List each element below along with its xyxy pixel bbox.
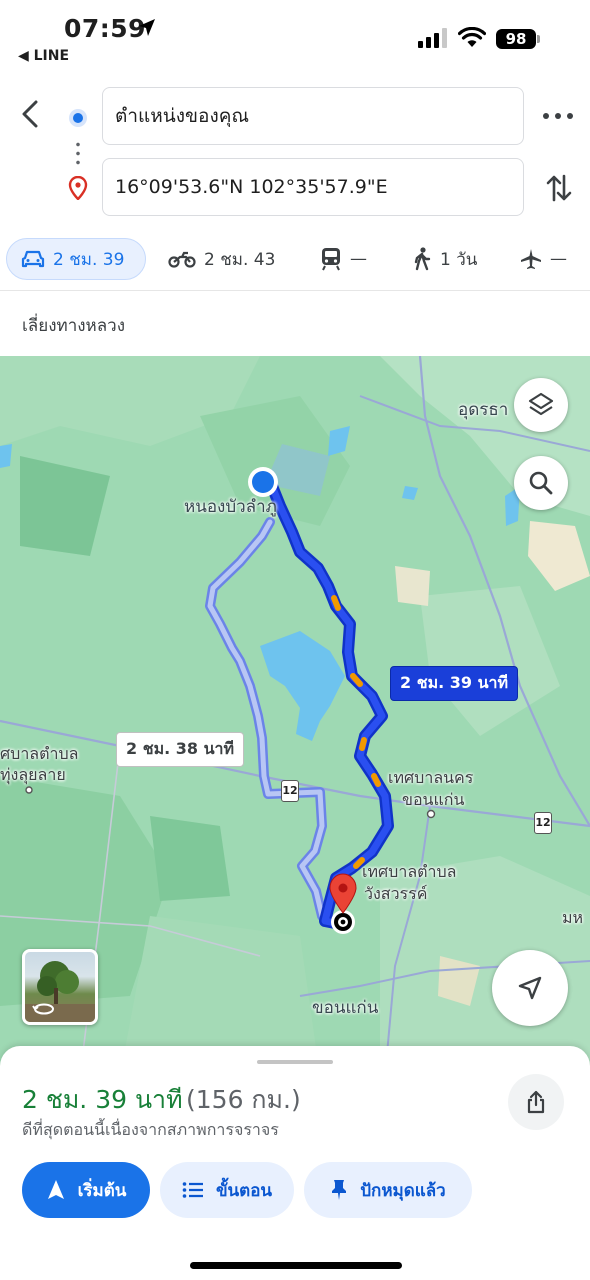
mode-label-transit: — [350,249,367,269]
map-label-khonkaen-city-2: ขอนแก่น [402,790,465,809]
header-divider [0,290,590,291]
search-icon [529,471,553,495]
back-to-app-link[interactable]: ◀ LINE [18,48,69,64]
rotate-360-icon [32,1003,54,1015]
highway-shield: 12 [281,780,299,802]
mode-tab-walk[interactable]: 1 วัน [412,238,477,280]
route-summary-sheet: 2 ชม. 39 นาที (156 กม.) ดีที่สุดตอนนี้เน… [0,1046,590,1280]
primary-route-callout[interactable]: 2 ชม. 39 นาที [390,666,519,701]
map-label-tungluilai-2: ทุ่งลุยลาย [0,765,66,784]
route-connector-dots [76,140,80,168]
walk-icon [414,247,431,271]
cellular-signal-icon [418,28,447,48]
map-label-wangsawan-2: วังสวรรค์ [364,884,428,903]
list-icon [182,1182,203,1198]
home-indicator [190,1262,402,1269]
avoid-highways-option[interactable]: เลี่ยงทางหลวง [22,312,125,339]
origin-input[interactable]: ตำแหน่งของคุณ [102,87,524,145]
sheet-drag-handle[interactable] [257,1060,333,1064]
mode-tab-motorbike[interactable]: 2 ชม. 43 [168,238,275,280]
swap-icon[interactable] [544,172,574,204]
mode-label-car: 2 ชม. 39 [53,249,125,270]
train-icon [322,248,340,271]
more-options-icon[interactable] [540,106,576,126]
share-icon [527,1090,545,1114]
motorbike-icon [168,251,196,268]
origin-dot-icon [69,109,87,127]
pinned-button[interactable]: ปักหมุดแล้ว [304,1162,472,1218]
search-along-route-button[interactable] [514,456,568,510]
pinned-label: ปักหมุดแล้ว [360,1180,446,1201]
battery-indicator: 98 [496,29,536,49]
mode-label-walk: 1 วัน [440,249,478,270]
start-button[interactable]: เริ่มต้น [22,1162,150,1218]
back-arrow-icon[interactable] [14,96,50,132]
map-label-khonkaen-province: ขอนแก่น [312,998,379,1018]
mode-tab-car[interactable]: 2 ชม. 39 [6,238,146,280]
plane-icon [521,249,541,269]
mode-label-motorbike: 2 ชม. 43 [204,249,276,270]
map-view[interactable]: อุดรธา หนองบัวลำภู ศบาลตำบล ทุ่งลุยลาย เ… [0,356,590,1076]
navigation-arrow-icon [518,976,542,1000]
navigation-arrow-icon [47,1180,64,1199]
pushpin-icon [332,1180,347,1200]
highway-shield: 12 [534,812,552,834]
location-arrow-icon [139,19,155,36]
travel-mode-bar: 2 ชม. 39 2 ชม. 43 — 1 วัน — [0,238,590,284]
share-button[interactable] [508,1074,564,1130]
street-view-thumbnail[interactable] [22,949,98,1025]
alternative-route-callout[interactable]: 2 ชม. 38 นาที [116,732,245,767]
map-label-udon: อุดรธา [458,400,509,420]
map-label-nongbua: หนองบัวลำภู [184,497,277,517]
mode-label-flight: — [550,249,567,269]
recenter-button[interactable] [492,950,568,1026]
steps-button[interactable]: ขั้นตอน [160,1162,294,1218]
route-distance: (156 กม.) [186,1085,301,1114]
start-label: เริ่มต้น [77,1180,127,1201]
steps-label: ขั้นตอน [215,1180,273,1201]
wifi-icon [458,27,486,47]
destination-pin-icon [68,176,88,200]
car-icon [21,250,45,268]
map-label-edge: มห [562,908,584,927]
layers-icon [528,392,554,416]
status-time: 07:59 [64,14,147,43]
mode-tab-transit[interactable]: — [320,238,367,280]
traffic-note: ดีที่สุดตอนนี้เนื่องจากสภาพการจราจร [22,1120,279,1139]
mode-tab-flight[interactable]: — [520,238,567,280]
status-bar: 07:59 ◀ LINE 98 [0,0,590,72]
destination-input[interactable]: 16°09'53.6"N 102°35'57.9"E [102,158,524,216]
route-duration: 2 ชม. 39 นาที [22,1085,183,1114]
layers-button[interactable] [514,378,568,432]
battery-tip [537,35,540,43]
